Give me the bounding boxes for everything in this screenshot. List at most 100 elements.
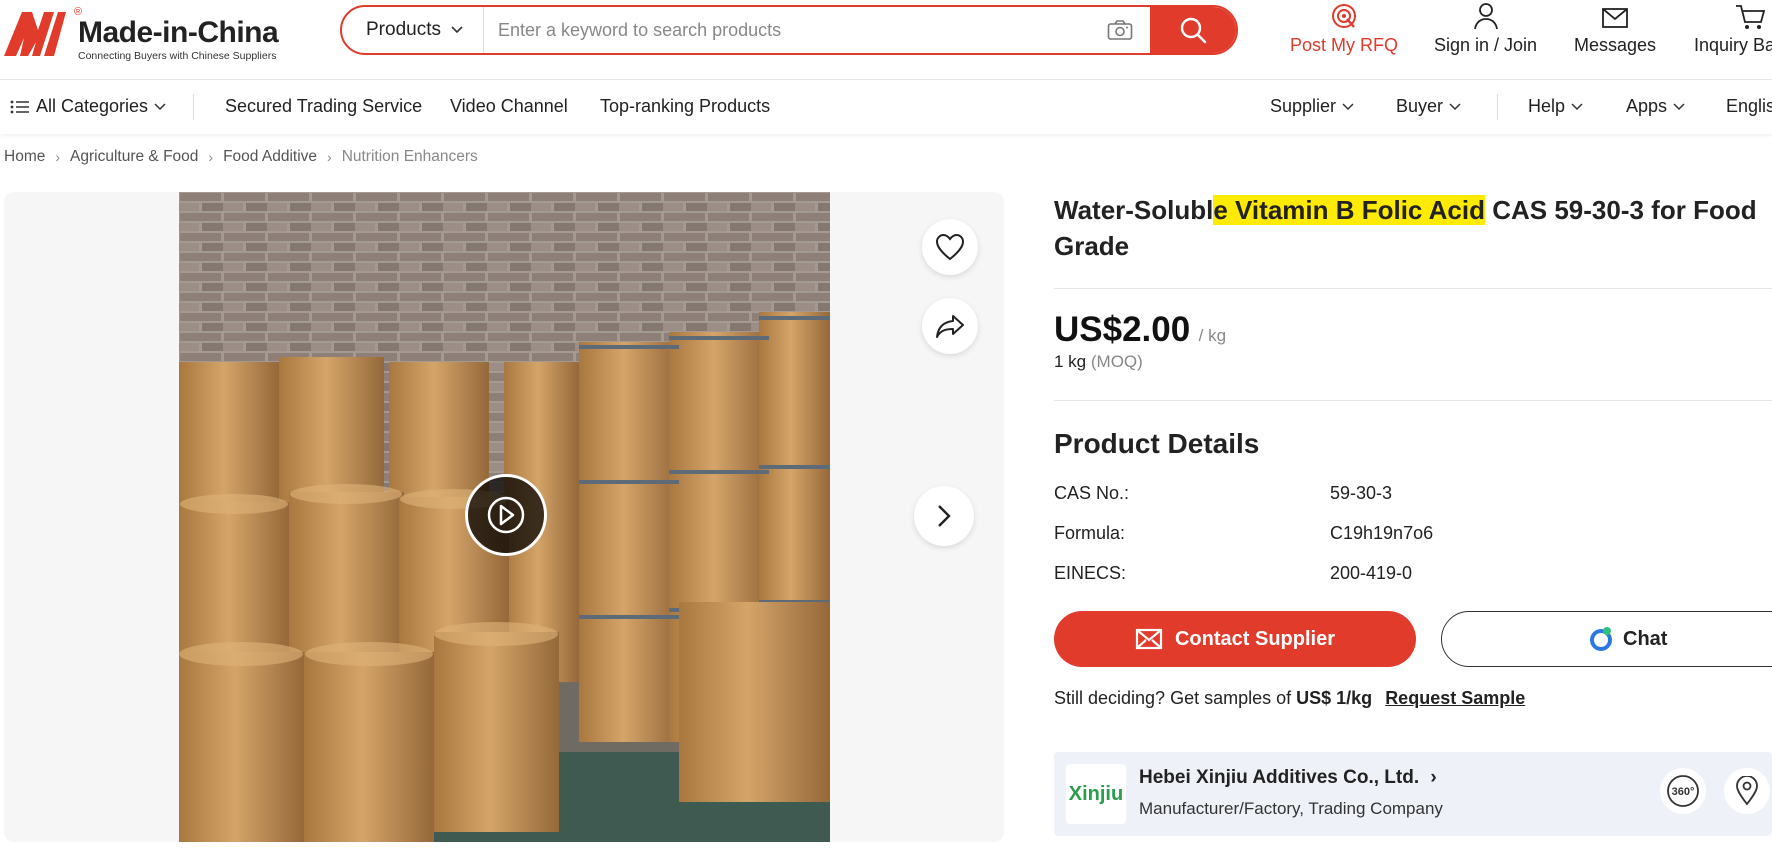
product-title: Water-Soluble Vitamin B Folic Acid CAS 5… <box>1054 192 1772 264</box>
chevron-down-icon <box>1571 102 1583 110</box>
messages-label: Messages <box>1574 35 1657 55</box>
breadcrumb-food-additive[interactable]: Food Additive <box>223 148 317 166</box>
search-bar: Products <box>340 5 1238 55</box>
sign-in-label: Sign in / Join <box>1434 35 1538 55</box>
price-unit: / kg <box>1198 326 1227 345</box>
buyer-menu[interactable]: Buyer <box>1396 96 1461 117</box>
virtual-tour-button[interactable]: 360° <box>1660 768 1706 814</box>
title-text: Water-Solubl <box>1054 195 1214 225</box>
all-categories-label: All Categories <box>36 96 149 116</box>
supplier-logo-text: Xinjiu <box>1068 782 1124 805</box>
breadcrumb-home[interactable]: Home <box>4 148 45 166</box>
spec-value-formula: C19h19n7o6 <box>1330 523 1434 543</box>
breadcrumb-nutrition-enhancers: Nutrition Enhancers <box>341 148 478 165</box>
video-channel-link[interactable]: Video Channel <box>450 96 568 117</box>
breadcrumb-agriculture-food[interactable]: Agriculture & Food <box>70 148 198 166</box>
supplier-menu[interactable]: Supplier <box>1270 96 1354 117</box>
spec-value-cas: 59-30-3 <box>1330 483 1393 503</box>
next-image-button[interactable] <box>914 486 974 546</box>
inquiry-basket-label: Inquiry Ba <box>1694 35 1772 55</box>
chevron-right-icon <box>938 505 951 527</box>
price-block: US$2.00 / kg <box>1054 310 1226 350</box>
brand-tagline: Connecting Buyers with Chinese Suppliers <box>78 50 277 62</box>
search-icon <box>1180 17 1207 44</box>
chevron-right-icon: › <box>55 149 61 165</box>
help-menu[interactable]: Help <box>1528 96 1583 117</box>
divider <box>1054 400 1772 401</box>
inquiry-basket-link[interactable]: Inquiry Ba <box>1694 0 1772 70</box>
chevron-down-icon <box>1449 102 1461 110</box>
title-highlighted-text: e Vitamin B Folic Acid <box>1213 195 1485 225</box>
post-rfq-label: Post My RFQ <box>1290 35 1399 55</box>
apps-menu[interactable]: Apps <box>1626 96 1685 117</box>
moq-value: 1 kg <box>1054 352 1087 371</box>
chat-bubble-icon <box>1590 627 1612 651</box>
nav-divider <box>1497 94 1498 120</box>
supplier-menu-label: Supplier <box>1270 96 1337 116</box>
top-ranking-link[interactable]: Top-ranking Products <box>600 96 770 117</box>
moq: 1 kg (MOQ) <box>1054 352 1143 372</box>
search-input[interactable] <box>484 7 1090 53</box>
chevron-right-icon: › <box>327 149 332 165</box>
search-button[interactable] <box>1150 7 1236 53</box>
spec-value-einecs: 200-419-0 <box>1330 563 1413 583</box>
play-video-button[interactable] <box>465 474 547 556</box>
language-menu[interactable]: Englis <box>1726 96 1772 117</box>
spec-label-einecs: EINECS: <box>1054 563 1127 583</box>
all-categories-menu[interactable]: All Categories <box>10 96 166 117</box>
share-button[interactable] <box>922 298 978 354</box>
category-nav: All Categories Secured Trading Service V… <box>0 80 1772 134</box>
chevron-down-icon <box>1342 102 1354 110</box>
location-button[interactable] <box>1724 768 1770 814</box>
post-rfq-link[interactable]: Post My RFQ <box>1290 0 1398 70</box>
logo-mark-icon <box>4 12 66 56</box>
chevron-down-icon <box>451 26 463 34</box>
moq-label: (MOQ) <box>1090 352 1143 371</box>
apps-menu-label: Apps <box>1626 96 1668 116</box>
supplier-name-link[interactable]: Hebei Xinjiu Additives Co., Ltd. › <box>1139 767 1437 789</box>
product-gallery <box>4 192 1004 842</box>
spec-label-formula: Formula: <box>1054 523 1126 543</box>
request-sample-link[interactable]: Request Sample <box>1385 688 1525 708</box>
brand-name: Made-in-China <box>78 16 279 49</box>
camera-search-icon[interactable] <box>1090 7 1150 53</box>
messages-link[interactable]: Messages <box>1574 0 1656 70</box>
search-category-label: Products <box>366 19 441 40</box>
nav-divider <box>193 94 194 120</box>
breadcrumb: Home › Agriculture & Food › Food Additiv… <box>4 148 478 166</box>
price-amount: US$2.00 <box>1054 310 1191 349</box>
help-menu-label: Help <box>1528 96 1566 116</box>
supplier-logo[interactable]: Xinjiu <box>1066 764 1126 824</box>
site-logo[interactable]: ® Made-in-China Connecting Buyers with C… <box>4 6 284 66</box>
share-icon <box>936 315 964 338</box>
supplier-card: Xinjiu Hebei Xinjiu Additives Co., Ltd. … <box>1054 752 1772 836</box>
envelope-icon <box>1602 8 1628 28</box>
sign-in-link[interactable]: Sign in / Join <box>1434 0 1537 70</box>
secured-trading-link[interactable]: Secured Trading Service <box>225 96 422 117</box>
chat-button[interactable]: Chat <box>1441 611 1772 667</box>
contact-supplier-label: Contact Supplier <box>1174 627 1335 650</box>
spec-label-cas: CAS No.: <box>1054 483 1130 503</box>
chevron-down-icon <box>1673 102 1685 110</box>
play-icon <box>487 496 525 534</box>
map-pin-icon <box>1736 776 1758 806</box>
chevron-right-icon: › <box>208 149 214 165</box>
list-icon <box>10 100 29 113</box>
chevron-down-icon <box>154 102 166 110</box>
user-icon <box>1473 3 1498 30</box>
sample-price: US$ 1/kg <box>1296 688 1373 708</box>
favorite-button[interactable] <box>922 219 978 275</box>
contact-supplier-button[interactable]: Contact Supplier <box>1054 611 1416 667</box>
sample-prefix: Still deciding? Get samples of <box>1054 688 1297 708</box>
cart-icon <box>1736 5 1766 29</box>
chat-label: Chat <box>1623 627 1668 650</box>
product-details-heading: Product Details <box>1054 428 1260 459</box>
heart-icon <box>935 233 965 261</box>
envelope-icon <box>1135 628 1163 650</box>
supplier-type: Manufacturer/Factory, Trading Company <box>1139 799 1443 818</box>
rfq-target-icon <box>1332 4 1356 28</box>
supplier-name: Hebei Xinjiu Additives Co., Ltd. <box>1139 767 1420 788</box>
tour-360-icon: 360° <box>1667 775 1699 807</box>
divider <box>1054 288 1772 289</box>
search-category-select[interactable]: Products <box>342 7 484 53</box>
